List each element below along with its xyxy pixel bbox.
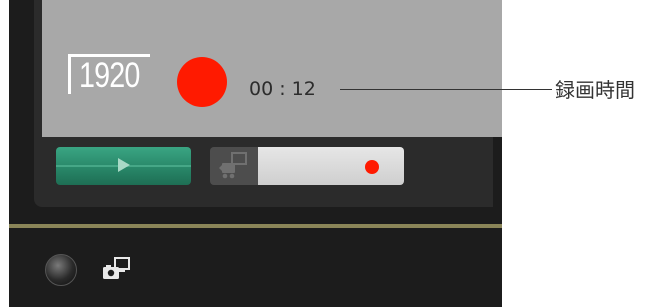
callout-line — [340, 89, 552, 90]
record-dot-icon — [365, 160, 379, 174]
camera-remote-icon[interactable] — [100, 255, 136, 283]
resolution-value: 1920 — [79, 56, 140, 95]
callout-label: 録画時間 — [555, 78, 635, 102]
camera-monitor-icon — [219, 152, 247, 179]
resolution-badge: 1920 — [68, 54, 150, 95]
black-knob-icon[interactable] — [45, 254, 77, 286]
camera-mode-segment[interactable] — [210, 147, 258, 185]
record-mode-segment[interactable] — [258, 147, 404, 185]
shooting-mode-switch[interactable] — [210, 147, 404, 185]
recording-indicator-icon — [177, 57, 227, 107]
divider — [9, 224, 502, 228]
recording-time: 00 : 12 — [249, 78, 316, 100]
resolution-badge-frame-left — [68, 54, 71, 94]
play-triangle-icon — [118, 158, 130, 172]
play-button[interactable] — [56, 147, 191, 185]
